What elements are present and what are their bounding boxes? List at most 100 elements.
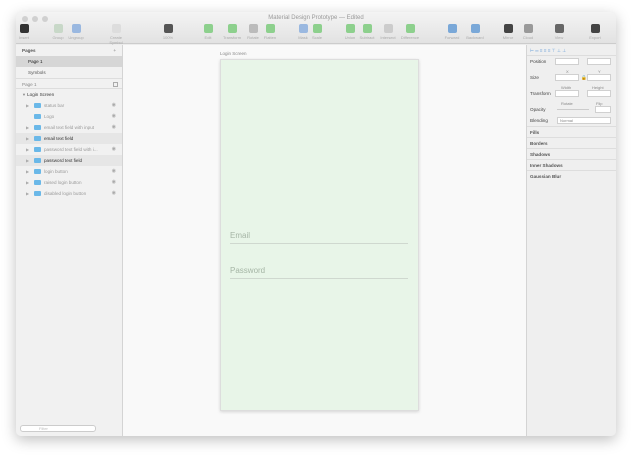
layer-item[interactable]: ▶ email text field <box>16 133 122 144</box>
100--icon <box>163 24 173 33</box>
opacity-slider[interactable] <box>557 109 589 110</box>
eye-icon[interactable]: ◉ <box>112 144 116 155</box>
toolbar-button-edit[interactable]: Edit <box>195 24 221 40</box>
layers-panel: Pages + Page 1 Symbols Page 1 ▼ Login Scr… <box>16 45 123 436</box>
disclosure-icon[interactable]: ▶ <box>26 100 29 111</box>
canvas[interactable]: Login Screen Email Password <box>123 45 526 436</box>
layer-item[interactable]: Logo ◉ <box>16 111 122 122</box>
page-selector[interactable]: Page 1 <box>16 78 122 89</box>
collapse-icon[interactable] <box>113 82 118 87</box>
layer-item[interactable]: ▶ raised login button ◉ <box>16 177 122 188</box>
toolbar-button-flatten[interactable]: Flatten <box>257 24 283 40</box>
toolbar-button-ungroup[interactable]: Ungroup <box>63 24 89 40</box>
y-input[interactable] <box>587 58 611 65</box>
folder-icon <box>34 158 41 164</box>
layer-name: status bar <box>44 103 65 108</box>
toolbar-label: Group <box>52 35 64 40</box>
alignment-toolbar[interactable]: ⊢ ═ ≡ ≡ ≡ ⊤ ⊥ ⊥ <box>527 45 616 56</box>
layer-item[interactable]: ▶ password text field <box>16 155 122 166</box>
pages-header: Pages + <box>16 45 122 56</box>
layer-item[interactable]: ▶ status bar ◉ <box>16 100 122 111</box>
x-input[interactable] <box>555 58 579 65</box>
rotate-input[interactable] <box>555 90 579 97</box>
layer-filter-input[interactable]: Filter <box>20 425 96 432</box>
folder-icon <box>34 147 41 153</box>
folder-icon <box>34 125 41 131</box>
toolbar-button-cloud[interactable]: Cloud <box>515 24 541 40</box>
toolbar-label: Edit <box>204 35 212 40</box>
section-shadows[interactable]: Shadows <box>527 148 616 159</box>
password-field[interactable]: Password <box>230 266 408 279</box>
toolbar-button-scale[interactable]: Scale <box>304 24 330 40</box>
height-input[interactable] <box>587 74 611 81</box>
toolbar-button-difference[interactable]: Difference <box>397 24 423 40</box>
disclosure-icon[interactable]: ▶ <box>26 155 29 166</box>
toolbar-button-view[interactable]: View <box>546 24 572 40</box>
subtract-icon <box>362 24 372 33</box>
eye-icon[interactable]: ◉ <box>112 166 116 177</box>
layer-item[interactable]: ▶ login button ◉ <box>16 166 122 177</box>
toolbar-button-100-[interactable]: 100% <box>155 24 181 40</box>
disclosure-icon[interactable]: ▶ <box>26 144 29 155</box>
create-symbol-icon <box>111 24 121 33</box>
section-borders[interactable]: Borders <box>527 137 616 148</box>
folder-icon <box>34 103 41 109</box>
artboard-layer[interactable]: ▼ Login Screen <box>16 89 122 100</box>
toolbar-label: Mirror <box>502 35 514 40</box>
flip-buttons[interactable] <box>587 90 611 97</box>
page-item[interactable]: Symbols <box>16 67 122 78</box>
toolbar-label: Transform <box>222 35 242 40</box>
toolbar-label: Backward <box>466 35 484 40</box>
eye-icon[interactable]: ◉ <box>112 100 116 111</box>
opacity-input[interactable] <box>595 106 611 113</box>
disclosure-icon[interactable]: ▶ <box>26 166 29 177</box>
toolbar-button-backward[interactable]: Backward <box>462 24 488 40</box>
toolbar-label: Forward <box>444 35 460 40</box>
folder-icon <box>34 180 41 186</box>
toolbar-label: Intersect <box>380 35 396 40</box>
toolbar-button-export[interactable]: Export <box>582 24 608 40</box>
toolbar-label: 100% <box>162 35 174 40</box>
artboard[interactable]: Email Password <box>220 59 419 411</box>
toolbar-label: Insert <box>18 35 29 40</box>
width-input[interactable] <box>555 74 579 81</box>
position-row: Position XY <box>527 56 616 74</box>
cloud-icon <box>523 24 533 33</box>
add-page-icon[interactable]: + <box>113 45 116 56</box>
eye-icon[interactable]: ◉ <box>112 177 116 188</box>
section-fills[interactable]: Fills <box>527 126 616 137</box>
artboard-label[interactable]: Login Screen <box>220 51 247 56</box>
section-inner-shadows[interactable]: Inner Shadows <box>527 159 616 170</box>
flatten-icon <box>265 24 275 33</box>
edit-icon <box>203 24 213 33</box>
disclosure-icon[interactable]: ▶ <box>26 133 29 144</box>
eye-icon[interactable]: ◉ <box>112 111 116 122</box>
toolbar-button-insert[interactable]: Insert <box>16 24 37 40</box>
lock-icon[interactable]: 🔒 <box>581 72 587 83</box>
email-field[interactable]: Email <box>230 231 408 244</box>
window-title: Material Design Prototype — Edited <box>268 15 364 21</box>
eye-icon[interactable]: ◉ <box>112 122 116 133</box>
layer-name: email text field with input <box>44 125 95 130</box>
disclosure-icon[interactable]: ▶ <box>26 177 29 188</box>
layer-item[interactable]: ▶ password text field with i... ◉ <box>16 144 122 155</box>
intersect-icon <box>383 24 393 33</box>
toolbar-button-create-symbol[interactable]: Create Symbol <box>103 24 129 45</box>
toolbar-label: Cloud <box>522 35 534 40</box>
layer-item[interactable]: ▶ email text field with input ◉ <box>16 122 122 133</box>
disclosure-icon[interactable]: ▶ <box>26 122 29 133</box>
opacity-row: Opacity <box>527 104 616 115</box>
layer-name: login button <box>44 169 68 174</box>
disclosure-icon[interactable]: ▶ <box>26 188 29 199</box>
layer-item[interactable]: ▶ disabled login button ◉ <box>16 188 122 199</box>
backward-icon <box>470 24 480 33</box>
difference-icon <box>405 24 415 33</box>
eye-icon[interactable]: ◉ <box>112 188 116 199</box>
toolbar: Material Design Prototype — Edited Inser… <box>16 12 616 45</box>
blending-select[interactable]: Normal <box>557 117 611 124</box>
page-item[interactable]: Page 1 <box>16 56 122 67</box>
inspector-panel: ⊢ ═ ≡ ≡ ≡ ⊤ ⊥ ⊥ Position XY Size 🔒 Width… <box>526 45 616 436</box>
toolbar-label: Create Symbol <box>109 35 123 45</box>
toolbar-label: Scale <box>311 35 322 40</box>
section-gaussian-blur[interactable]: Gaussian Blur <box>527 170 616 181</box>
